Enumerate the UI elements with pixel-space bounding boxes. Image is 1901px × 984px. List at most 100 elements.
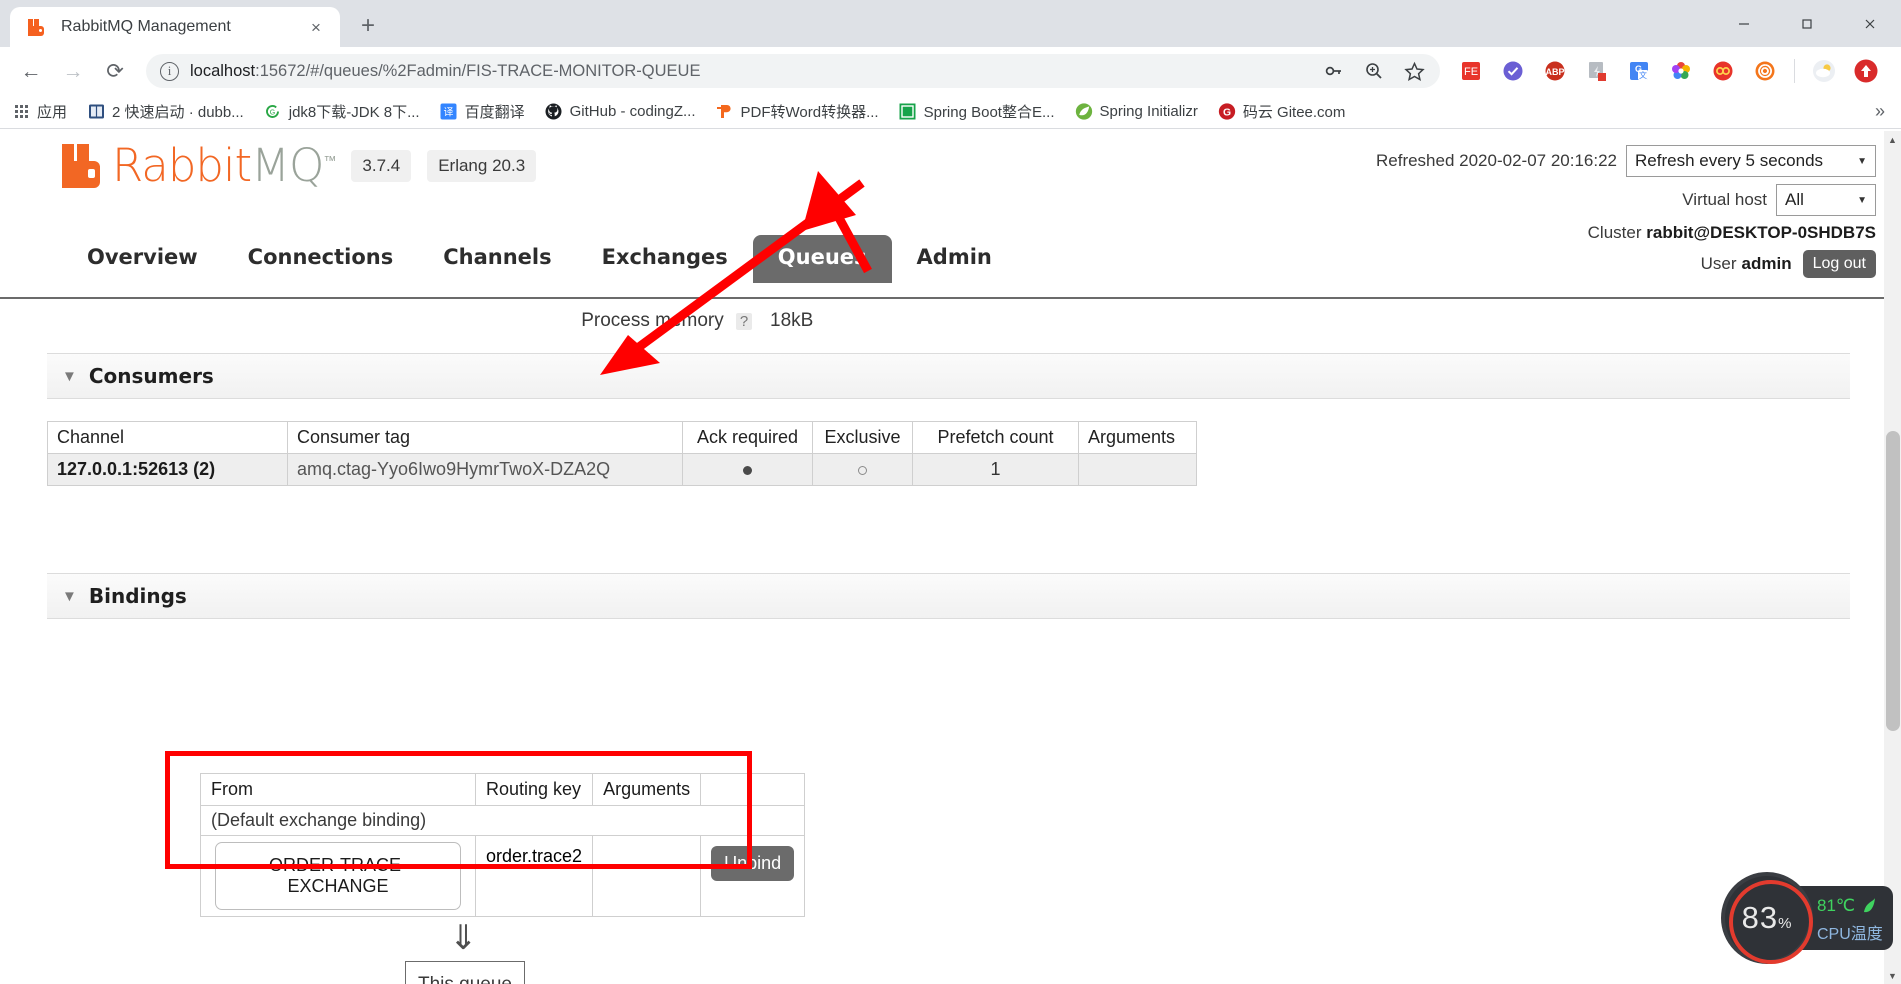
col-consumer-tag[interactable]: Consumer tag — [287, 421, 683, 454]
abp-icon[interactable]: ABP — [1539, 55, 1571, 87]
down-double-arrow-icon: ⇓ — [449, 919, 478, 957]
tab-title: RabbitMQ Management — [61, 18, 231, 35]
svg-text:译: 译 — [444, 107, 454, 119]
bookmark-baidu-translate[interactable]: 译 百度翻译 — [440, 101, 525, 122]
google-translate-icon[interactable]: G文 — [1623, 55, 1655, 87]
filled-dot-icon — [743, 466, 752, 475]
cell-from: ORDER-TRACE-EXCHANGE — [200, 835, 476, 917]
star-icon[interactable] — [1398, 55, 1430, 87]
vhost-select[interactable]: All ▼ — [1776, 184, 1876, 216]
col-prefetch-count[interactable]: Prefetch count — [912, 421, 1079, 454]
bookmarks-bar: 应用 2 快速启动 · dubb... G jdk8下载-JDK 8下... 译… — [0, 95, 1901, 129]
bookmark-label: 2 快速启动 · dubb... — [112, 104, 244, 121]
scroll-down-icon[interactable]: ▼ — [1884, 967, 1901, 984]
screenshot-icon[interactable] — [1581, 55, 1613, 87]
tab-overview[interactable]: Overview — [62, 235, 223, 283]
bindings-section-header[interactable]: ▼ Bindings — [47, 573, 1850, 619]
cpu-percent-unit: % — [1778, 915, 1793, 932]
extension-strip: FE ABP G文 — [1450, 55, 1887, 87]
tab-connections[interactable]: Connections — [223, 235, 419, 283]
cell-prefetch-count: 1 — [912, 453, 1079, 486]
bindings-table: From Routing key Arguments (Default exch… — [199, 773, 806, 917]
info-icon[interactable]: i — [160, 61, 179, 81]
unbind-button[interactable]: Unbind — [711, 846, 795, 881]
bookmark-label: PDF转Word转换器... — [740, 104, 879, 121]
col-ack-required[interactable]: Ack required — [682, 421, 813, 454]
minimize-icon[interactable] — [1712, 0, 1775, 47]
rabbitmq-icon — [28, 18, 47, 37]
stats-label-text: Process memory — [581, 310, 724, 331]
table-row: ORDER-TRACE-EXCHANGE order.trace2 Unbind — [200, 835, 806, 917]
exchange-link-button[interactable]: ORDER-TRACE-EXCHANGE — [215, 842, 461, 910]
svg-text:文: 文 — [1639, 70, 1647, 80]
bookmark-label: jdk8下载-JDK 8下... — [288, 104, 420, 121]
bookmark-github[interactable]: GitHub - codingZ... — [545, 103, 696, 121]
tab-queues[interactable]: Queues — [752, 235, 892, 283]
apps-grid-icon — [12, 103, 30, 121]
baidu-translate-icon: 译 — [440, 103, 458, 121]
chevron-down-icon[interactable]: ▼ — [62, 368, 77, 385]
browser-tab[interactable]: RabbitMQ Management × — [10, 7, 340, 47]
bookmark-springboot[interactable]: Spring Boot整合E... — [899, 101, 1055, 122]
close-icon[interactable]: × — [304, 15, 328, 39]
col-from: From — [200, 773, 476, 806]
col-exclusive[interactable]: Exclusive — [812, 421, 913, 454]
chevron-down-icon[interactable]: ▼ — [62, 588, 77, 605]
new-tab-button[interactable]: + — [350, 8, 386, 44]
window-close-icon[interactable] — [1838, 0, 1901, 47]
orange-circle-icon[interactable] — [1749, 55, 1781, 87]
erlang-version-badge: Erlang 20.3 — [427, 149, 537, 182]
maximize-icon[interactable] — [1775, 0, 1838, 47]
key-icon[interactable] — [1318, 55, 1350, 87]
bookmark-spring-initializr[interactable]: Spring Initializr — [1075, 103, 1198, 121]
forward-icon[interactable]: → — [56, 54, 90, 88]
github-icon — [545, 103, 563, 121]
red-upload-icon[interactable] — [1850, 55, 1882, 87]
cell-exclusive — [812, 453, 913, 486]
consumers-section-header[interactable]: ▼ Consumers — [47, 353, 1850, 399]
weather-icon[interactable] — [1808, 55, 1840, 87]
version-badge: 3.7.4 — [351, 149, 412, 182]
scroll-up-icon[interactable]: ▲ — [1884, 131, 1901, 148]
back-icon[interactable]: ← — [14, 54, 48, 88]
refreshed-label: Refreshed 2020-02-07 20:16:22 — [1375, 151, 1617, 170]
svg-text:G: G — [1223, 107, 1231, 118]
scrollbar-thumb[interactable] — [1886, 431, 1900, 731]
omnibox[interactable]: i localhost:15672/#/queues/%2Fadmin/FIS-… — [146, 54, 1440, 88]
zoom-icon[interactable] — [1358, 55, 1390, 87]
bookmark-jdk8[interactable]: G jdk8下载-JDK 8下... — [264, 101, 420, 122]
tab-exchanges[interactable]: Exchanges — [577, 235, 753, 283]
bookmark-dubbo[interactable]: 2 快速启动 · dubb... — [87, 101, 244, 122]
rabbitmq-logo[interactable]: RabbitMQ™ 3.7.4 Erlang 20.3 — [62, 143, 537, 188]
cpu-temperature-value: 81℃ — [1817, 896, 1856, 915]
reload-icon[interactable]: ⟳ — [98, 54, 132, 88]
refresh-row: Refreshed 2020-02-07 20:16:22 Refresh ev… — [1376, 145, 1876, 177]
cell-channel[interactable]: 127.0.0.1:52613 (2) — [47, 453, 288, 486]
colorful-flower-icon[interactable] — [1665, 55, 1697, 87]
table-row: 127.0.0.1:52613 (2) amq.ctag-Yyo6Iwo9Hym… — [47, 453, 1197, 486]
bookmark-gitee[interactable]: G 码云 Gitee.com — [1218, 101, 1345, 122]
col-channel[interactable]: Channel — [47, 421, 288, 454]
page-scrollbar[interactable]: ▲ ▼ — [1884, 131, 1901, 984]
help-icon[interactable]: ? — [736, 313, 752, 330]
bookmark-label: Spring Boot整合E... — [923, 104, 1055, 121]
stats-row-process-memory: Process memory ? 18kB — [0, 302, 1901, 340]
col-arguments[interactable]: Arguments — [1078, 421, 1197, 454]
page-viewport: Message body bytes ? 0B 0B 0B 0B 0B 0B — [0, 131, 1901, 984]
open-dot-icon — [858, 466, 867, 475]
refresh-interval-select[interactable]: Refresh every 5 seconds ▼ — [1626, 145, 1876, 177]
tab-admin[interactable]: Admin — [892, 235, 1017, 283]
check-shield-icon[interactable] — [1497, 55, 1529, 87]
bookmark-apps[interactable]: 应用 — [12, 101, 67, 122]
infinity-icon[interactable] — [1707, 55, 1739, 87]
bookmark-label: 百度翻译 — [464, 104, 525, 121]
bookmark-pdf2word[interactable]: PDF转Word转换器... — [716, 101, 879, 122]
consumers-table: Channel Consumer tag Ack required Exclus… — [47, 421, 1197, 486]
tab-channels[interactable]: Channels — [418, 235, 576, 283]
chevron-down-icon: ▼ — [1857, 194, 1867, 206]
browser-toolbar: ← → ⟳ i localhost:15672/#/queues/%2Fadmi… — [0, 47, 1901, 95]
tab-strip: RabbitMQ Management × + — [0, 0, 386, 47]
cpu-monitor-widget[interactable]: 81℃ CPU温度 83% — [1721, 872, 1893, 964]
bookmarks-overflow-button[interactable]: » — [1875, 101, 1889, 122]
fe-extension-icon[interactable]: FE — [1455, 55, 1487, 87]
